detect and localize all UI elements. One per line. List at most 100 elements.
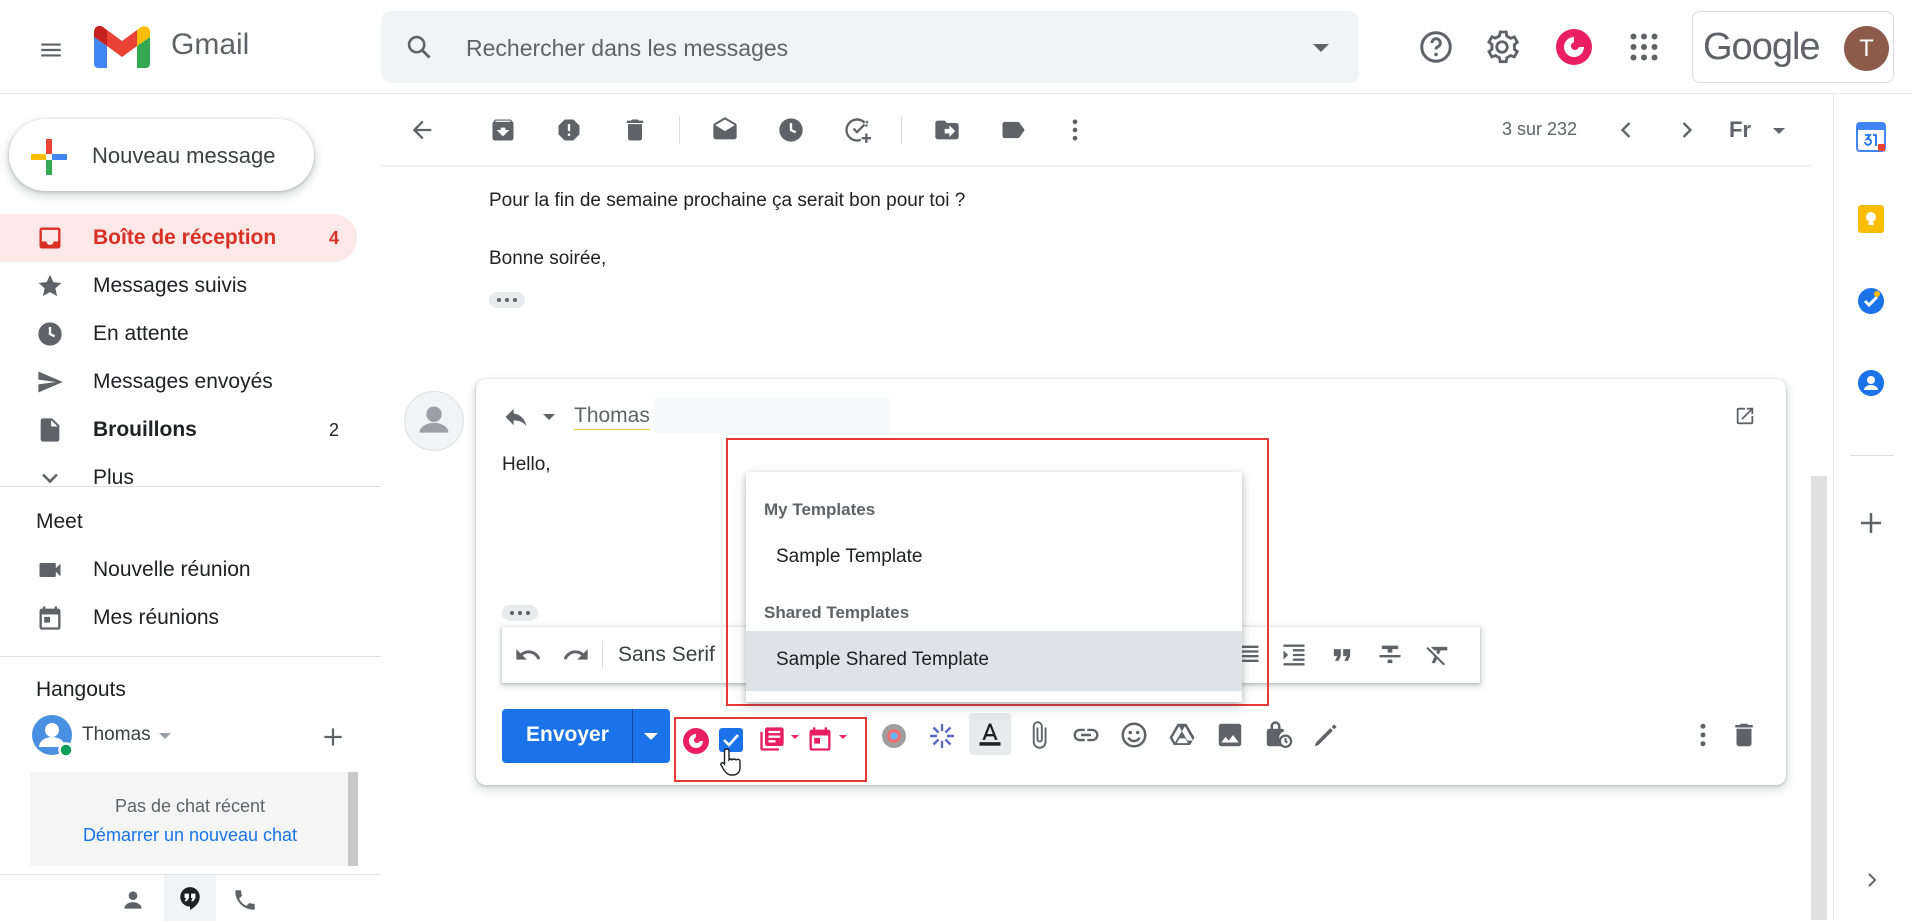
template-item-label: Sample Template bbox=[776, 546, 923, 567]
add-chat-plus-icon[interactable] bbox=[320, 724, 346, 750]
font-family-select[interactable]: Sans Serif bbox=[618, 643, 715, 667]
remove-formatting-icon[interactable] bbox=[1424, 641, 1452, 669]
strikethrough-icon[interactable] bbox=[1376, 641, 1404, 669]
extension-spark-icon[interactable] bbox=[928, 722, 956, 750]
sidebar-item-label: En attente bbox=[93, 322, 189, 345]
recipient-chip[interactable]: Thomas bbox=[574, 404, 650, 430]
tasks-app-icon[interactable] bbox=[1856, 286, 1886, 316]
my-templates-heading: My Templates bbox=[764, 500, 876, 519]
add-addon-plus-icon[interactable] bbox=[1856, 508, 1886, 538]
template-item[interactable]: Sample Template bbox=[746, 528, 1242, 588]
account-switcher[interactable]: Google T bbox=[1692, 11, 1894, 83]
gmail-logo-icon[interactable] bbox=[94, 26, 150, 68]
hangouts-user-avatar[interactable] bbox=[30, 713, 74, 757]
compose-plus-icon bbox=[31, 139, 67, 175]
hangouts-quote-icon bbox=[177, 885, 203, 911]
hangouts-status-caret-icon[interactable] bbox=[159, 733, 171, 739]
input-tools-caret-icon[interactable] bbox=[1773, 128, 1785, 134]
hangouts-chat-tab[interactable] bbox=[164, 875, 216, 921]
indent-more-icon[interactable] bbox=[1280, 641, 1308, 669]
newer-chevron-right-icon[interactable] bbox=[1673, 116, 1701, 144]
expand-panel-chevron-icon[interactable] bbox=[1860, 868, 1884, 892]
account-avatar[interactable]: T bbox=[1844, 26, 1889, 71]
extension-globe-icon[interactable] bbox=[880, 722, 908, 750]
confidential-mode-icon[interactable] bbox=[1263, 720, 1293, 750]
quote-icon[interactable] bbox=[1328, 641, 1356, 669]
message-line: Pour la fin de semaine prochaine ça sera… bbox=[489, 190, 966, 211]
show-trimmed-content-button[interactable] bbox=[502, 605, 538, 621]
sidebar-item-drafts[interactable]: Brouillons 2 bbox=[0, 406, 357, 454]
clock-icon bbox=[36, 320, 64, 348]
back-arrow-icon[interactable] bbox=[408, 116, 436, 144]
move-to-icon[interactable] bbox=[933, 116, 961, 144]
sidebar-item-inbox[interactable]: Boîte de réception 4 bbox=[0, 214, 357, 262]
undo-icon[interactable] bbox=[514, 641, 542, 669]
reply-arrow-icon[interactable] bbox=[502, 403, 530, 431]
more-options-icon[interactable] bbox=[1688, 720, 1718, 750]
compose-button[interactable]: Nouveau message bbox=[9, 119, 314, 191]
recipient-field[interactable] bbox=[654, 397, 890, 433]
sidebar-item-starred[interactable]: Messages suivis bbox=[0, 262, 357, 310]
google-drive-icon[interactable] bbox=[1167, 720, 1197, 750]
insert-link-icon[interactable] bbox=[1071, 720, 1101, 750]
keep-app-icon[interactable] bbox=[1856, 204, 1886, 234]
reply-type-caret-icon[interactable] bbox=[543, 414, 555, 420]
search-options-icon[interactable] bbox=[1313, 44, 1329, 52]
start-chat-link[interactable]: Démarrer un nouveau chat bbox=[30, 825, 350, 846]
input-tools-label[interactable]: Fr bbox=[1729, 117, 1751, 143]
sidebar-item-sent[interactable]: Messages envoyés bbox=[0, 358, 357, 406]
compose-label: Nouveau message bbox=[92, 143, 276, 168]
page-count: 3 sur 232 bbox=[1502, 119, 1578, 139]
older-chevron-left-icon[interactable] bbox=[1612, 116, 1640, 144]
more-vert-icon[interactable] bbox=[1061, 116, 1089, 144]
add-task-icon[interactable] bbox=[843, 116, 871, 144]
sidebar-item-my-meetings[interactable]: Mes réunions bbox=[0, 594, 357, 642]
sender-avatar bbox=[404, 391, 464, 451]
settings-gear-icon[interactable] bbox=[1484, 29, 1520, 65]
sidebar-item-snoozed[interactable]: En attente bbox=[0, 310, 357, 358]
search-icon[interactable] bbox=[405, 33, 433, 61]
show-trimmed-content-button[interactable] bbox=[489, 292, 525, 308]
message-line: Bonne soirée, bbox=[489, 248, 607, 269]
sidebar-item-more[interactable]: Plus bbox=[0, 454, 357, 484]
apps-grid-icon[interactable] bbox=[1626, 29, 1662, 65]
addon-moon-icon[interactable] bbox=[1556, 29, 1592, 65]
hangouts-scrollbar[interactable] bbox=[348, 772, 358, 866]
pop-out-icon[interactable] bbox=[1734, 405, 1756, 427]
reply-body-text[interactable]: Hello, bbox=[502, 454, 551, 476]
phone-icon[interactable] bbox=[232, 887, 258, 913]
redo-icon[interactable] bbox=[562, 641, 590, 669]
no-chat-text: Pas de chat récent bbox=[114, 796, 266, 816]
text-color-icon bbox=[976, 720, 1004, 748]
label-icon[interactable] bbox=[999, 116, 1027, 144]
send-options-caret-icon[interactable] bbox=[644, 733, 658, 740]
insert-photo-icon[interactable] bbox=[1215, 720, 1245, 750]
attach-file-icon[interactable] bbox=[1024, 720, 1054, 750]
snooze-clock-icon[interactable] bbox=[777, 116, 805, 144]
send-label: Envoyer bbox=[526, 723, 609, 746]
delete-icon[interactable] bbox=[621, 116, 649, 144]
report-spam-icon[interactable] bbox=[555, 116, 583, 144]
mark-unread-icon[interactable] bbox=[711, 116, 739, 144]
contacts-app-icon[interactable] bbox=[1856, 368, 1886, 398]
star-icon bbox=[36, 272, 64, 300]
sidebar-item-new-meeting[interactable]: Nouvelle réunion bbox=[0, 546, 357, 594]
main-menu-icon[interactable] bbox=[26, 25, 76, 75]
shared-template-item[interactable]: Sample Shared Template bbox=[746, 631, 1242, 691]
toolbar-separator bbox=[602, 641, 603, 669]
text-color-button[interactable] bbox=[969, 713, 1011, 755]
hangouts-user-name[interactable]: Thomas bbox=[82, 724, 151, 746]
toolbar-separator bbox=[901, 116, 902, 144]
calendar-app-icon[interactable] bbox=[1856, 122, 1886, 152]
search-input[interactable]: Rechercher dans les messages bbox=[466, 35, 788, 62]
send-button[interactable]: Envoyer bbox=[502, 709, 670, 763]
contacts-person-icon[interactable] bbox=[120, 887, 146, 913]
archive-icon[interactable] bbox=[489, 116, 517, 144]
discard-draft-icon[interactable] bbox=[1729, 720, 1759, 750]
main-scrollbar[interactable] bbox=[1811, 476, 1827, 920]
draft-icon bbox=[36, 416, 64, 444]
help-icon[interactable] bbox=[1418, 29, 1454, 65]
emoji-icon[interactable] bbox=[1119, 720, 1149, 750]
signature-pen-icon[interactable] bbox=[1311, 720, 1341, 750]
search-bar[interactable]: Rechercher dans les messages bbox=[381, 11, 1359, 83]
